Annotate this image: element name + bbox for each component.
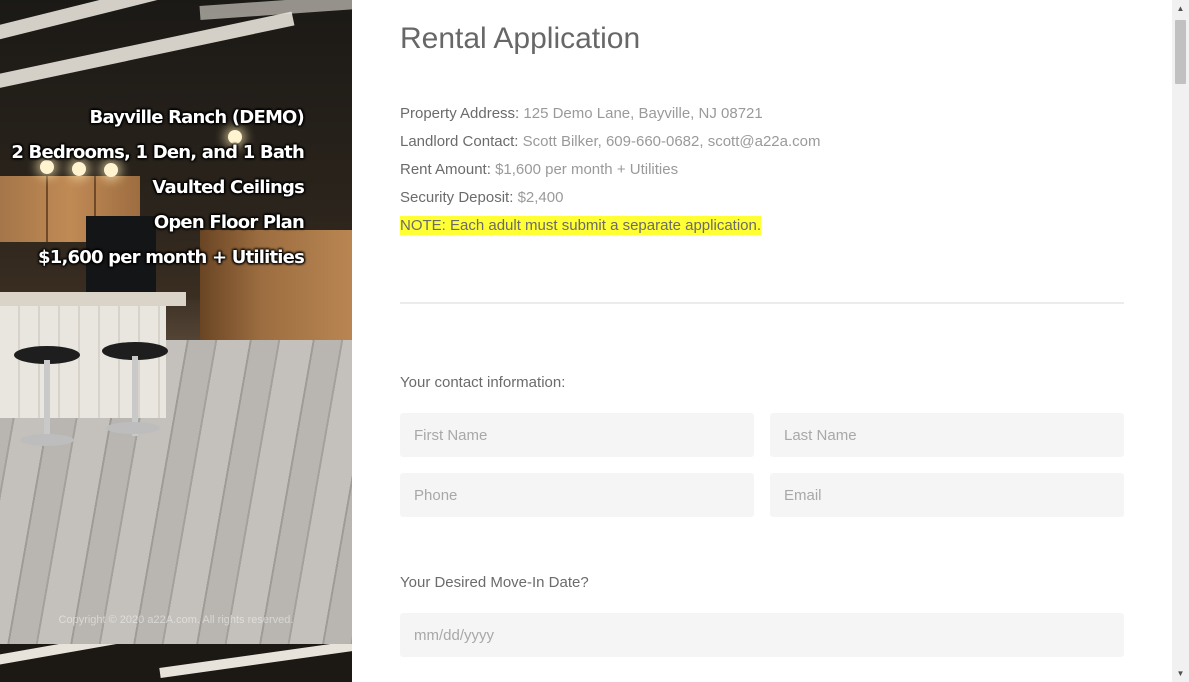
application-form-panel: Rental Application Property Address: 125… (352, 0, 1172, 682)
note-row: NOTE: Each adult must submit a separate … (400, 212, 820, 240)
hero-description: Bayville Ranch (DEMO) 2 Bedrooms, 1 Den,… (11, 100, 304, 275)
page-scrollbar[interactable]: ▲ ▼ (1172, 0, 1189, 682)
rent-amount-label: Rent Amount: (400, 161, 491, 178)
hero-line-rent: $1,600 per month + Utilities (38, 247, 305, 268)
page: Bayville Ranch (DEMO) 2 Bedrooms, 1 Den,… (0, 0, 1189, 682)
hero-line-ceilings: Vaulted Ceilings (152, 177, 304, 198)
security-deposit-value: $2,400 (517, 189, 564, 206)
move-in-date-input[interactable] (400, 613, 1124, 657)
hero-beam (159, 644, 352, 678)
landlord-contact-row: Landlord Contact: Scott Bilker, 609-660-… (400, 128, 820, 156)
move-in-date-label: Your Desired Move-In Date? (400, 574, 589, 591)
rent-amount-value: $1,600 per month + Utilities (495, 161, 679, 178)
scroll-thumb[interactable] (1175, 20, 1186, 84)
email-input[interactable] (770, 473, 1124, 517)
security-deposit-label: Security Deposit: (400, 189, 514, 206)
hero-image-bottom (0, 644, 352, 682)
hero-beam (0, 644, 178, 668)
first-name-input[interactable] (400, 413, 754, 457)
hero-counter-body (0, 306, 166, 418)
page-title: Rental Application (400, 22, 641, 55)
section-divider (400, 302, 1124, 304)
landlord-contact-label: Landlord Contact: (400, 133, 519, 150)
hero-stool-base (106, 422, 160, 434)
hero-stool-base (20, 434, 74, 446)
hero-stool-pole (44, 360, 50, 440)
last-name-input[interactable] (770, 413, 1124, 457)
copyright-text: Copyright © 2020 a22A.com. All rights re… (58, 614, 294, 626)
property-info: Property Address: 125 Demo Lane, Bayvill… (400, 100, 820, 240)
phone-input[interactable] (400, 473, 754, 517)
contact-info-label: Your contact information: (400, 374, 566, 391)
security-deposit-row: Security Deposit: $2,400 (400, 184, 820, 212)
hero-line-rooms: 2 Bedrooms, 1 Den, and 1 Bath (11, 142, 304, 163)
property-address-row: Property Address: 125 Demo Lane, Bayvill… (400, 100, 820, 128)
scroll-up-arrow-icon[interactable]: ▲ (1172, 0, 1189, 17)
application-note: NOTE: Each adult must submit a separate … (400, 216, 762, 235)
hero-line-floor-plan: Open Floor Plan (153, 212, 305, 233)
property-address-value: 125 Demo Lane, Bayville, NJ 08721 (523, 105, 763, 122)
property-address-label: Property Address: (400, 105, 520, 122)
landlord-contact-value: Scott Bilker, 609-660-0682, scott@a22a.c… (522, 133, 821, 150)
hero-image: Bayville Ranch (DEMO) 2 Bedrooms, 1 Den,… (0, 0, 352, 644)
hero-line-name: Bayville Ranch (DEMO) (89, 107, 305, 128)
rent-amount-row: Rent Amount: $1,600 per month + Utilitie… (400, 156, 820, 184)
hero-counter (0, 292, 186, 306)
scroll-down-arrow-icon[interactable]: ▼ (1172, 665, 1189, 682)
